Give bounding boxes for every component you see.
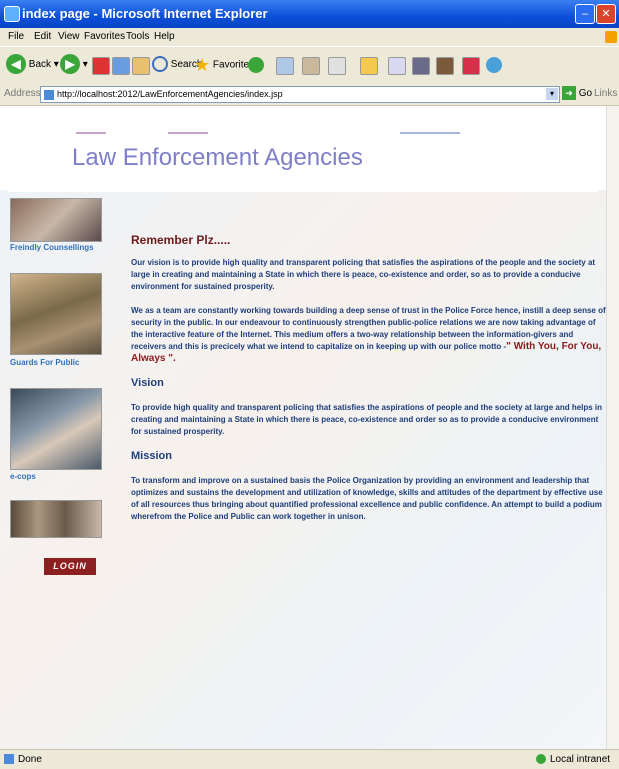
- menu-edit[interactable]: Edit: [34, 31, 51, 42]
- banner-accent: [400, 132, 460, 134]
- back-label: Back: [28, 59, 52, 70]
- back-button[interactable]: ◀ Back ▾: [6, 54, 59, 76]
- address-label: Address: [4, 88, 41, 99]
- sidebar-item-guards[interactable]: Guards For Public: [10, 358, 79, 367]
- login-button[interactable]: LOGIN: [44, 558, 96, 575]
- back-arrow-icon: ◀: [6, 54, 26, 75]
- toolbar-people-icon[interactable]: [436, 57, 454, 75]
- menu-bar: File Edit View Favorites Tools Help: [0, 28, 619, 46]
- minimize-button[interactable]: –: [575, 4, 595, 24]
- address-bar: Address http://localhost:2012/LawEnforce…: [0, 83, 619, 106]
- forward-button[interactable]: ▶ ▾: [60, 54, 88, 76]
- close-button[interactable]: ✕: [596, 4, 616, 24]
- go-arrow-icon: ➜: [562, 86, 576, 101]
- address-url: http://localhost:2012/LawEnforcementAgen…: [57, 89, 283, 99]
- main-text: Remember Plz..... Our vision is to provi…: [131, 234, 606, 535]
- media-icon[interactable]: [248, 57, 264, 73]
- site-title: Law Enforcement Agencies: [72, 144, 363, 171]
- go-button[interactable]: ➜ Go: [562, 86, 592, 101]
- toolbar-tool-icon[interactable]: [412, 57, 430, 75]
- ecops-image[interactable]: [10, 388, 102, 470]
- header-banner: Law Enforcement Agencies: [8, 114, 598, 192]
- page-icon: [44, 89, 54, 100]
- address-input[interactable]: http://localhost:2012/LawEnforcementAgen…: [40, 86, 560, 103]
- print-icon[interactable]: [328, 57, 346, 75]
- search-icon: [152, 56, 168, 73]
- history-icon[interactable]: [276, 57, 294, 75]
- star-icon: ★: [194, 55, 211, 75]
- ie-logo-icon: [4, 6, 20, 22]
- banner-accent: [76, 132, 106, 134]
- menu-view[interactable]: View: [58, 31, 80, 42]
- menu-help[interactable]: Help: [154, 31, 175, 42]
- mission-heading: Mission: [131, 450, 172, 462]
- favorites-button[interactable]: ★ Favorites: [194, 54, 254, 76]
- sidebar-item-counsellings[interactable]: Freindly Counsellings: [10, 243, 94, 252]
- page-status-icon: [4, 754, 14, 764]
- refresh-icon[interactable]: [112, 57, 130, 75]
- menu-favorites[interactable]: Favorites: [84, 31, 125, 42]
- toolbar-k-icon[interactable]: [388, 57, 406, 75]
- toolbar-k2-icon[interactable]: [462, 57, 480, 75]
- intro-paragraph: Our vision is to provide high quality an…: [131, 258, 596, 291]
- menu-file[interactable]: File: [8, 31, 24, 42]
- folder-icon[interactable]: [360, 57, 378, 75]
- guards-image[interactable]: [10, 273, 102, 355]
- forward-arrow-icon: ▶: [60, 54, 80, 75]
- title-bar: index page - Microsoft Internet Explorer…: [0, 0, 619, 28]
- go-label: Go: [578, 88, 593, 99]
- zone-text: Local intranet: [550, 754, 611, 765]
- vertical-scrollbar[interactable]: [606, 106, 619, 749]
- stop-icon[interactable]: [92, 57, 110, 75]
- menu-tools[interactable]: Tools: [126, 31, 149, 42]
- links-label[interactable]: Links: [594, 88, 617, 99]
- team-image: [10, 500, 102, 538]
- page-content: Law Enforcement Agencies Freindly Counse…: [0, 106, 606, 749]
- remember-heading: Remember Plz.....: [131, 233, 231, 247]
- banner-accent: [168, 132, 208, 134]
- mission-paragraph: To transform and improve on a sustained …: [131, 476, 603, 521]
- vision-paragraph: To provide high quality and transparent …: [131, 403, 603, 436]
- messenger-icon[interactable]: [486, 57, 502, 73]
- vision-heading: Vision: [131, 377, 164, 389]
- window-title: index page - Microsoft Internet Explorer: [22, 6, 268, 21]
- mail-icon[interactable]: [302, 57, 320, 75]
- intranet-icon: [536, 754, 546, 764]
- home-icon[interactable]: [132, 57, 150, 75]
- toolbar: ◀ Back ▾ ▶ ▾ Search ★ Favorites: [0, 46, 619, 84]
- status-bar: Done Local intranet: [0, 749, 619, 769]
- team-paragraph: We as a team are constantly working towa…: [131, 305, 606, 365]
- address-dropdown-icon[interactable]: ▾: [546, 88, 558, 100]
- counselling-image[interactable]: [10, 198, 102, 242]
- sidebar-item-ecops[interactable]: e-cops: [10, 472, 36, 481]
- windows-flag-icon: [605, 31, 617, 43]
- status-text: Done: [18, 754, 42, 765]
